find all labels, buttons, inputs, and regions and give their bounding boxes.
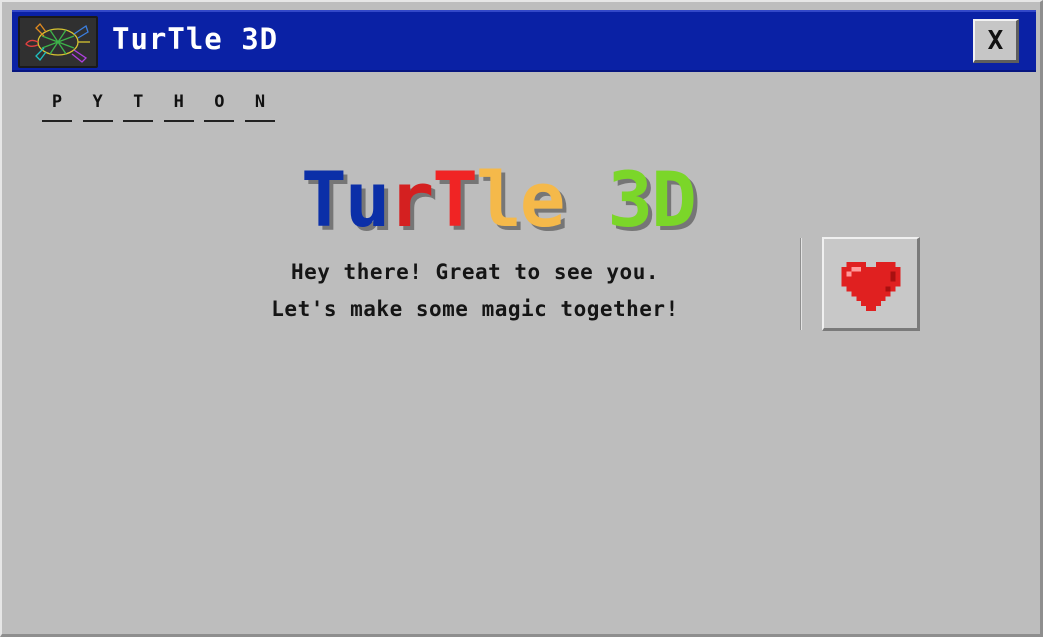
greeting-line-2: Let's make some magic together! (271, 297, 679, 321)
letter-tile: T (123, 92, 154, 122)
letter-tile: H (163, 92, 194, 122)
title-bar[interactable]: TurTle 3D X (12, 10, 1036, 72)
letter-tile: O (204, 92, 235, 122)
logo-part: 3D (607, 155, 697, 244)
letter-tile: N (244, 92, 275, 122)
logo-part: le (476, 155, 566, 244)
logo-title: Tu r T le 3D (301, 155, 697, 244)
divider (800, 238, 802, 330)
logo-part: r (388, 155, 435, 244)
letter-tile: Y (82, 92, 113, 122)
logo-part (564, 160, 608, 240)
heart-button[interactable] (822, 237, 920, 331)
python-letter-row: P Y T H O N (42, 92, 286, 122)
close-button[interactable]: X (973, 19, 1019, 63)
logo-part: T (432, 155, 478, 244)
turtle-icon (18, 16, 98, 68)
letter-tile: P (42, 92, 72, 122)
window-title: TurTle 3D (112, 22, 279, 56)
greeting-line-1: Hey there! Great to see you. (290, 260, 659, 284)
heart-icon (841, 261, 900, 311)
app-window: TurTle 3D X P Y T H O N Tu r T le 3D Hey… (0, 0, 1043, 637)
logo-part: Tu (301, 155, 391, 244)
